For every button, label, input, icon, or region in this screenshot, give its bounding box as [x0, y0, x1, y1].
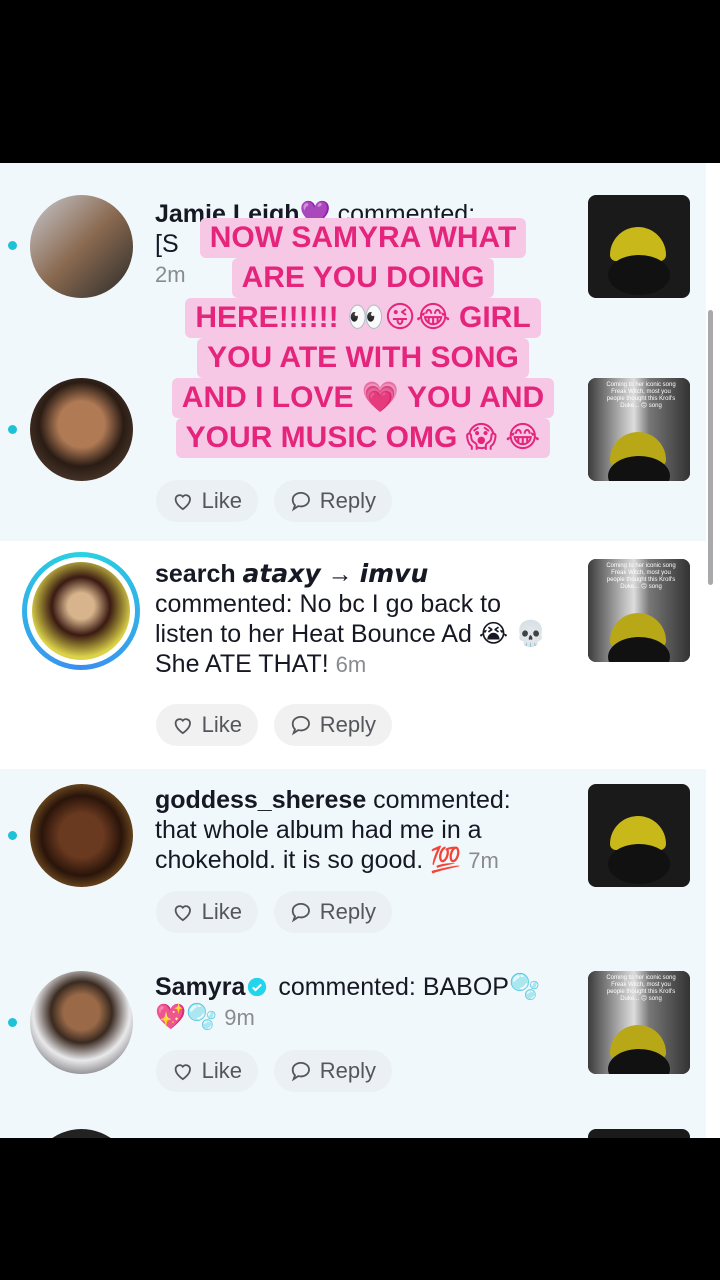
like-label: Like — [201, 1058, 242, 1083]
thumbnail-figure — [608, 844, 670, 884]
reply-button[interactable]: Reply — [274, 1050, 392, 1092]
heart-icon — [174, 1064, 191, 1081]
avatar[interactable] — [22, 552, 140, 670]
username[interactable]: search 𝙖𝙩𝙖𝙭𝙮 → 𝙞𝙢𝙫𝙪 — [155, 560, 428, 588]
avatar[interactable] — [30, 378, 133, 481]
like-button[interactable]: Like — [156, 891, 258, 933]
like-label: Like — [201, 488, 242, 513]
thumbnail-caption: Coming to her iconic song Freak Witch, m… — [606, 382, 676, 409]
comment-row[interactable]: search 𝙖𝙩𝙖𝙭𝙮 → 𝙞𝙢𝙫𝙪 commented: No bc I g… — [0, 541, 706, 769]
video-thumbnail[interactable]: Coming to her iconic song Freak Witch, m… — [588, 971, 690, 1074]
reply-button[interactable]: Reply — [274, 891, 392, 933]
overlay-line: YOU ATE WITH SONG — [197, 338, 529, 378]
text-sticker-overlay: NOW SAMYRA WHAT ARE YOU DOING HERE!!!!!!… — [158, 218, 568, 458]
chat-bubble-icon — [291, 902, 310, 923]
reply-label: Reply — [319, 488, 376, 513]
comment-verb: commented: — [373, 786, 511, 814]
unread-dot — [8, 831, 17, 840]
thumbnail-figure — [608, 255, 670, 295]
username[interactable]: goddess_sherese — [155, 786, 366, 814]
heart-icon — [174, 718, 191, 735]
thumbnail-caption: Coming to her iconic song Freak Witch, m… — [606, 975, 676, 1002]
verified-badge-icon — [248, 977, 267, 997]
avatar[interactable] — [30, 784, 133, 887]
reply-label: Reply — [319, 712, 376, 737]
reply-label: Reply — [319, 899, 376, 924]
like-button[interactable]: Like — [156, 1050, 258, 1092]
avatar[interactable] — [30, 971, 133, 1074]
reply-button[interactable]: Reply — [274, 480, 392, 522]
username[interactable]: Samyra — [155, 973, 245, 1001]
video-thumbnail[interactable]: Coming to her iconic song Freak Witch, m… — [588, 559, 690, 662]
heart-icon — [174, 905, 191, 922]
like-button[interactable]: Like — [156, 704, 258, 746]
reply-label: Reply — [319, 1058, 376, 1083]
comment-text: that whole album had me in a chokehold. … — [155, 816, 482, 874]
video-thumbnail[interactable]: Coming to her iconic song Freak Witch, m… — [588, 378, 690, 481]
like-label: Like — [201, 712, 242, 737]
overlay-line: AND I LOVE 💗 YOU AND — [171, 378, 555, 418]
comment-verb: commented: — [278, 973, 416, 1001]
timestamp: 6m — [335, 652, 367, 677]
thumbnail-caption: Coming to her iconic song Freak Witch, m… — [606, 563, 676, 590]
timestamp: 7m — [468, 848, 499, 873]
timestamp: 9m — [224, 1005, 255, 1030]
like-label: Like — [201, 899, 242, 924]
video-thumbnail[interactable] — [588, 784, 690, 887]
comment-verb: commented: — [155, 590, 293, 618]
like-button[interactable]: Like — [156, 480, 258, 522]
comment-row[interactable]: Samyra commented: BABOP🫧 💖🫧 9m Coming to… — [0, 959, 706, 1138]
unread-dot — [8, 1018, 17, 1027]
heart-icon — [174, 494, 191, 511]
unread-dot — [8, 241, 17, 250]
overlay-line: ARE YOU DOING — [231, 258, 495, 298]
scrollbar[interactable] — [708, 310, 713, 585]
video-thumbnail[interactable] — [588, 195, 690, 298]
overlay-line: YOUR MUSIC OMG 😱 😂 — [175, 418, 551, 458]
unread-dot — [8, 425, 17, 434]
video-thumbnail[interactable] — [588, 1129, 690, 1138]
reply-button[interactable]: Reply — [274, 704, 392, 746]
chat-bubble-icon — [291, 715, 310, 736]
overlay-line: HERE!!!!!! 👀😜😂 GIRL — [185, 298, 541, 338]
chat-bubble-icon — [291, 1061, 310, 1082]
avatar[interactable] — [30, 195, 133, 298]
comment-row[interactable]: goddess_sherese commented: that whole al… — [0, 769, 706, 959]
chat-bubble-icon — [291, 491, 310, 512]
overlay-line: NOW SAMYRA WHAT — [199, 218, 527, 258]
